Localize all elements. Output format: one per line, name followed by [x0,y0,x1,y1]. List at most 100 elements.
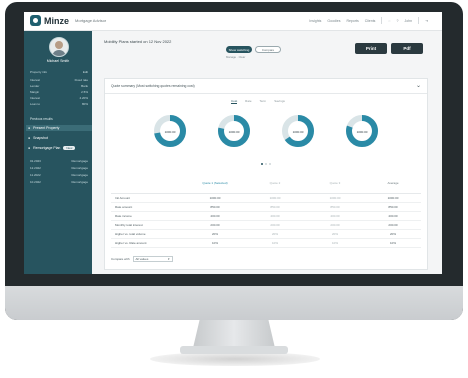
history-row[interactable]: 10.2022 Remortgage [30,180,88,184]
donut-svg: 1000.00 [154,115,186,147]
sidebar-item-remortgage[interactable]: ● Remortgage Plan New [28,146,88,150]
table-cell: 850.00 [210,205,220,209]
print-button[interactable]: Print [355,43,387,54]
donut-chart[interactable]: 1000.00 [344,113,380,149]
table-cell: 200.00 [388,223,398,227]
table-row: Rate amount 850.00 850.00 850.00 850.00 [111,203,421,212]
table-cell: 1000.00 [209,196,221,200]
row-label: Higher vs. Rate amount [115,241,147,245]
app-screen: Minze Mortgage Advisor Insights Goodies … [24,12,442,274]
table-cell: 1000.00 [329,196,341,200]
detail-value: 2.5% [81,90,88,94]
table-row: Higher vs. Rate amount 10% 10% 10% 10% [111,239,421,248]
sidebar-section-head: Property info Edit [30,70,88,74]
carousel-dot[interactable] [269,163,271,165]
nav-item-clients[interactable]: Clients [365,19,376,23]
table-row: Rate income 400.00 400.00 400.00 400.00 [111,212,421,221]
edit-link[interactable]: Edit [83,70,88,74]
tab-term[interactable]: Term [260,99,267,104]
table-cell: 850.00 [330,205,340,209]
client-name: Michael Smith [46,59,70,63]
detail-row: Margin 2.5% [30,90,88,94]
table-row: Monthly total interest 200.00 200.00 200… [111,221,421,230]
detail-label: Loan to [30,102,41,106]
nav-divider [418,17,420,24]
detail-label: Interest [30,96,41,100]
manage-links[interactable]: Manage · Clear [226,55,245,59]
donut-chart[interactable]: 1000.00 [280,113,316,149]
donut-chart[interactable]: 1000.00 [216,113,252,149]
column-header[interactable]: Quote 3 [305,181,365,185]
history-row[interactable]: 11.2022 Remortgage [30,173,88,177]
history-type: Remortgage [71,166,88,170]
column-header[interactable]: Quote 1 (Selected) [185,181,245,185]
donut-value: 1000.00 [165,130,176,134]
tab-cost[interactable]: Cost [231,99,238,104]
compare-select-row: Compare with All values ▾ [111,256,173,262]
table-cell: 10% [271,241,278,245]
table-cell: 10% [389,241,396,245]
chart-tabs: Cost Rate Term Savings [231,99,285,104]
carousel-dot[interactable] [265,163,267,165]
monitor-stand-base [180,346,288,354]
donut-svg: 1000.00 [282,115,314,147]
app-logo[interactable]: Minze Mortgage Advisor [30,15,106,26]
sidebar: Michael Smith Property info Edit Interes… [24,31,92,274]
detail-label: Lender [30,84,40,88]
help-icon[interactable]: ? [397,19,399,23]
dot-icon: ● [28,126,31,130]
table-header: Quote 1 (Selected) Quote 2 Quote 3 Avera… [111,181,421,194]
table-cell: 200.00 [270,223,280,227]
sidebar-section-head: Previous results [30,117,53,121]
row-label: Higher vs. total volume [115,232,146,236]
detail-row: Lender Bank [30,84,88,88]
logout-icon[interactable]: ⇥ [425,19,428,23]
history-row[interactable]: 12.2022 Remortgage [30,166,88,170]
detail-label: Interest [30,78,41,82]
tab-savings[interactable]: Savings [274,99,285,104]
compare-toggle[interactable]: Compare [255,46,281,53]
dot-icon: ● [28,136,31,140]
detail-value: Bank [81,84,88,88]
history-type: Remortgage [71,180,88,184]
donut-svg: 1000.00 [218,115,250,147]
row-label: Rate income [115,214,132,218]
quote-summary-card: Quote summary (Most switching quotes rem… [104,78,428,270]
pdf-button[interactable]: Pdf [391,43,423,54]
top-bar: Minze Mortgage Advisor Insights Goodies … [24,12,442,31]
donut-svg: 1000.00 [346,115,378,147]
carousel-dots[interactable] [261,163,271,165]
table-cell: 850.00 [388,205,398,209]
detail-value: 80% [81,102,88,106]
compare-select[interactable]: All values ▾ [132,256,173,262]
top-nav: Insights Goodies Reports Clients ◌ ? Joh… [309,17,428,24]
row-label: Monthly total interest [115,223,143,227]
quote-table: Quote 1 (Selected) Quote 2 Quote 3 Avera… [111,181,421,248]
history-date: 10.2022 [30,180,41,184]
row-label: Init Amount [115,196,131,200]
bell-icon[interactable]: ◌ [388,19,390,23]
column-header[interactable]: Quote 2 [245,181,305,185]
monitor-stand [193,320,275,348]
chevron-down-icon[interactable]: ⌄ [416,82,421,89]
nav-item-reports[interactable]: Reports [346,19,358,23]
history-row[interactable]: 01.2023 Remortgage [30,159,88,163]
logo-text: Minze [44,15,70,26]
sidebar-item-label: Remortgage Plan [33,146,61,150]
nav-item-goodies[interactable]: Goodies [327,19,340,23]
user-menu[interactable]: John [404,19,412,23]
main-content: Mobility Plans started on 12 Nov 2022 Sh… [92,31,442,274]
carousel-dot[interactable] [261,163,263,165]
avatar [49,37,69,57]
sidebar-item-snapshot[interactable]: ● Snapshot [28,136,88,140]
table-cell: 400.00 [210,214,220,218]
table-cell: 200.00 [210,223,220,227]
sidebar-item-present-property[interactable]: ● Present Property [26,125,92,131]
tab-rate[interactable]: Rate [245,99,251,104]
table-cell: 20% [389,232,396,236]
show-switching-toggle[interactable]: Show switching [226,46,252,53]
detail-row: Loan to 80% [30,102,88,106]
nav-item-insights[interactable]: Insights [309,19,321,23]
donut-chart[interactable]: 1000.00 [152,113,188,149]
table-cell: 10% [331,241,338,245]
